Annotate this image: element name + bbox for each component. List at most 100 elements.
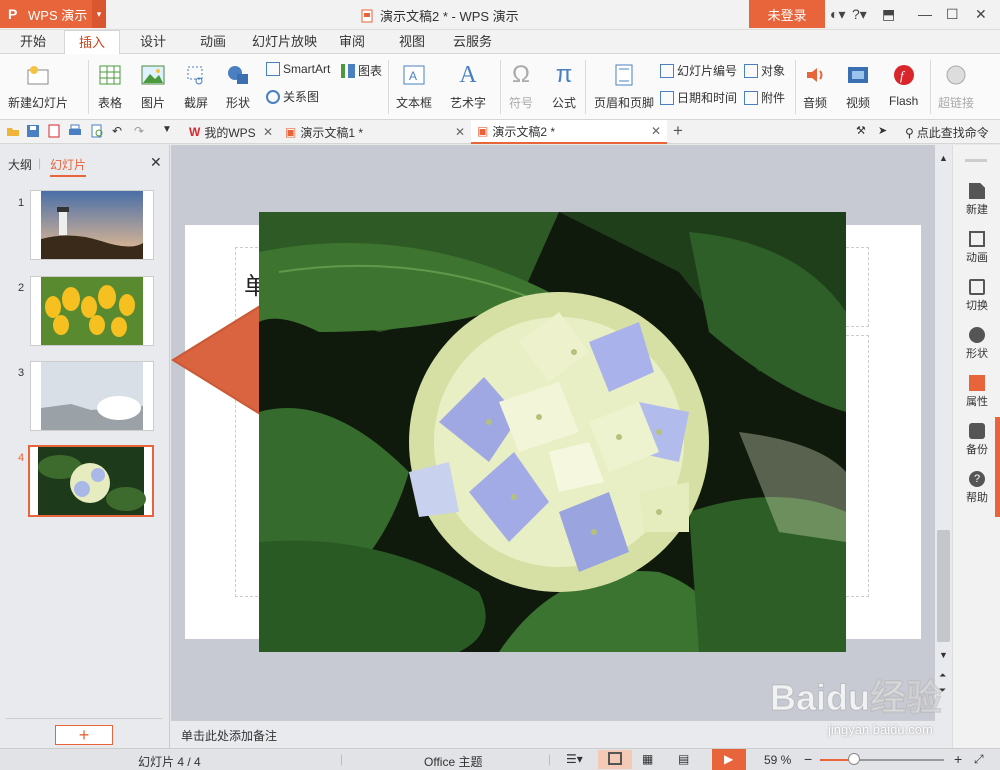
tab-animation[interactable]: 动画 <box>200 30 226 54</box>
pin-icon[interactable]: ⬒ <box>882 6 895 23</box>
tab-cloud[interactable]: 云服务 <box>453 30 492 54</box>
close-icon[interactable]: ✕ <box>651 124 661 138</box>
add-slide-button[interactable]: + <box>55 725 113 745</box>
scroll-up-icon[interactable]: ▲ <box>939 153 948 163</box>
flash-button[interactable]: f Flash <box>889 62 918 108</box>
app-menu-button[interactable]: P WPS 演示 ▾ <box>0 0 106 28</box>
zoom-out-icon[interactable]: − <box>804 751 812 767</box>
new-button[interactable]: 新建 <box>953 183 1000 217</box>
shape-pane-button[interactable]: 形状 <box>953 327 1000 361</box>
header-footer-button[interactable]: 页眉和页脚 <box>594 62 654 111</box>
attachment-button[interactable]: 附件 <box>744 89 785 106</box>
tab-slides[interactable]: 幻灯片 <box>50 156 87 177</box>
play-slideshow-button[interactable]: ▶ <box>712 749 746 770</box>
undo-icon[interactable]: ↶ <box>112 124 126 138</box>
relation-button[interactable]: 关系图 <box>266 88 319 105</box>
date-time-button[interactable]: 日期和时间 <box>660 89 737 106</box>
skin-icon[interactable]: ◐▾ <box>830 6 845 23</box>
hyperlink-button[interactable]: 超链接 <box>938 62 974 111</box>
close-icon[interactable]: ✕ <box>975 6 987 23</box>
chevron-down-icon[interactable]: ▼ <box>162 124 176 138</box>
zoom-slider[interactable] <box>820 753 944 765</box>
print-icon[interactable] <box>68 124 82 138</box>
help-pane-button[interactable]: ? 帮助 <box>953 471 1000 505</box>
close-icon[interactable]: ✕ <box>150 154 162 171</box>
close-icon[interactable]: ✕ <box>455 125 465 139</box>
tab-document-2[interactable]: ▣ 演示文稿2 * ✕ <box>471 120 667 144</box>
zoom-slider-handle[interactable] <box>848 753 860 765</box>
baidu-watermark: Baidu经验 jingyan.baidu.com <box>768 662 958 752</box>
tab-view[interactable]: 视图 <box>399 30 425 54</box>
formula-button[interactable]: π 公式 <box>551 61 577 111</box>
slide-number-button[interactable]: 幻灯片编号 <box>660 62 737 79</box>
slide-thumbnail-3[interactable] <box>30 361 154 431</box>
table-icon <box>97 62 123 88</box>
send-icon[interactable]: ➤ <box>878 124 892 138</box>
close-icon[interactable]: ✕ <box>263 125 273 139</box>
shape-button[interactable]: 形状 <box>225 62 251 111</box>
open-icon[interactable] <box>6 124 20 138</box>
export-pdf-icon[interactable] <box>47 124 61 138</box>
vertical-scrollbar[interactable]: ▲ ▼ ⏶ ⏷ <box>935 145 952 748</box>
minimize-icon[interactable]: — <box>918 6 932 22</box>
redo-icon[interactable]: ↷ <box>134 124 148 138</box>
tab-review[interactable]: 审阅 <box>339 30 365 54</box>
zoom-in-icon[interactable]: + <box>954 751 962 767</box>
new-slide-button[interactable]: 新建幻灯片 <box>8 62 68 111</box>
new-tab-icon[interactable]: + <box>673 121 687 140</box>
screenshot-button[interactable]: 截屏 <box>183 62 209 111</box>
slide-thumbnail-1[interactable] <box>30 190 154 260</box>
zoom-level[interactable]: 59 % <box>764 753 791 767</box>
attachment-label: 附件 <box>761 91 786 105</box>
reading-view-icon[interactable]: ▤ <box>678 752 689 766</box>
drag-handle[interactable] <box>965 159 987 162</box>
maximize-icon[interactable]: ☐ <box>946 6 959 23</box>
textbox-button[interactable]: A 文本框 <box>396 62 432 111</box>
fit-window-icon[interactable]: ⤢ <box>974 752 984 767</box>
smartart-button[interactable]: SmartArt <box>266 62 330 76</box>
login-button[interactable]: 未登录 <box>749 0 825 28</box>
table-button[interactable]: 表格 <box>97 62 123 111</box>
textbox-label: 文本框 <box>396 96 433 110</box>
chevron-down-icon[interactable]: ▾ <box>92 0 106 28</box>
normal-view-button[interactable] <box>598 750 632 769</box>
scroll-down-icon[interactable]: ▼ <box>939 650 948 660</box>
notes-toggle-icon[interactable]: ☰▾ <box>566 752 583 766</box>
print-preview-icon[interactable] <box>90 124 104 138</box>
animation-pane-button[interactable]: 动画 <box>953 231 1000 265</box>
tools-icon[interactable]: ⚒ <box>856 124 870 138</box>
slide-thumbnail-4[interactable] <box>28 445 154 517</box>
audio-button[interactable]: 音频 <box>802 62 828 111</box>
save-icon[interactable] <box>26 124 40 138</box>
hyperlink-label: 超链接 <box>938 96 975 110</box>
search-command-box[interactable]: ⚲ 点此查找命令 <box>905 124 989 141</box>
tab-my-wps[interactable]: W 我的WPS ✕ <box>183 120 279 144</box>
properties-pane-button[interactable]: 属性 <box>953 375 1000 409</box>
tab-design[interactable]: 设计 <box>140 30 166 54</box>
chart-button[interactable]: 图表 <box>341 62 382 79</box>
help-icon[interactable]: ?▾ <box>852 6 867 23</box>
pane-collapse-handle[interactable] <box>995 417 1000 517</box>
object-button[interactable]: 对象 <box>744 62 785 79</box>
tab-home[interactable]: 开始 <box>20 30 46 54</box>
divider <box>88 60 89 114</box>
slide-number-icon <box>660 63 674 78</box>
hydrangea-photo[interactable] <box>259 212 846 652</box>
video-button[interactable]: 视频 <box>845 62 871 111</box>
wps-logo-icon: W <box>189 125 201 139</box>
picture-button[interactable]: 图片 <box>140 62 166 111</box>
tab-slideshow[interactable]: 幻灯片放映 <box>252 30 317 54</box>
slide-sorter-icon[interactable]: ▦ <box>642 752 653 766</box>
backup-pane-button[interactable]: 备份 <box>953 423 1000 457</box>
transition-pane-button[interactable]: 切换 <box>953 279 1000 313</box>
title-bar: P WPS 演示 ▾ 演示文稿2 * - WPS 演示 未登录 ◐▾ ?▾ ⬒ … <box>0 0 1000 30</box>
tab-outline[interactable]: 大纲 <box>8 156 32 173</box>
backup-label: 备份 <box>966 444 988 456</box>
object-icon <box>744 63 758 78</box>
scrollbar-thumb[interactable] <box>937 530 950 642</box>
tab-insert[interactable]: 插入 <box>64 30 120 55</box>
wordart-button[interactable]: A 艺术字 <box>450 62 486 111</box>
slide-thumbnail-2[interactable] <box>30 276 154 346</box>
tab-document-1[interactable]: ▣ 演示文稿1 * ✕ <box>279 120 471 144</box>
symbol-button[interactable]: Ω 符号 <box>508 61 534 111</box>
